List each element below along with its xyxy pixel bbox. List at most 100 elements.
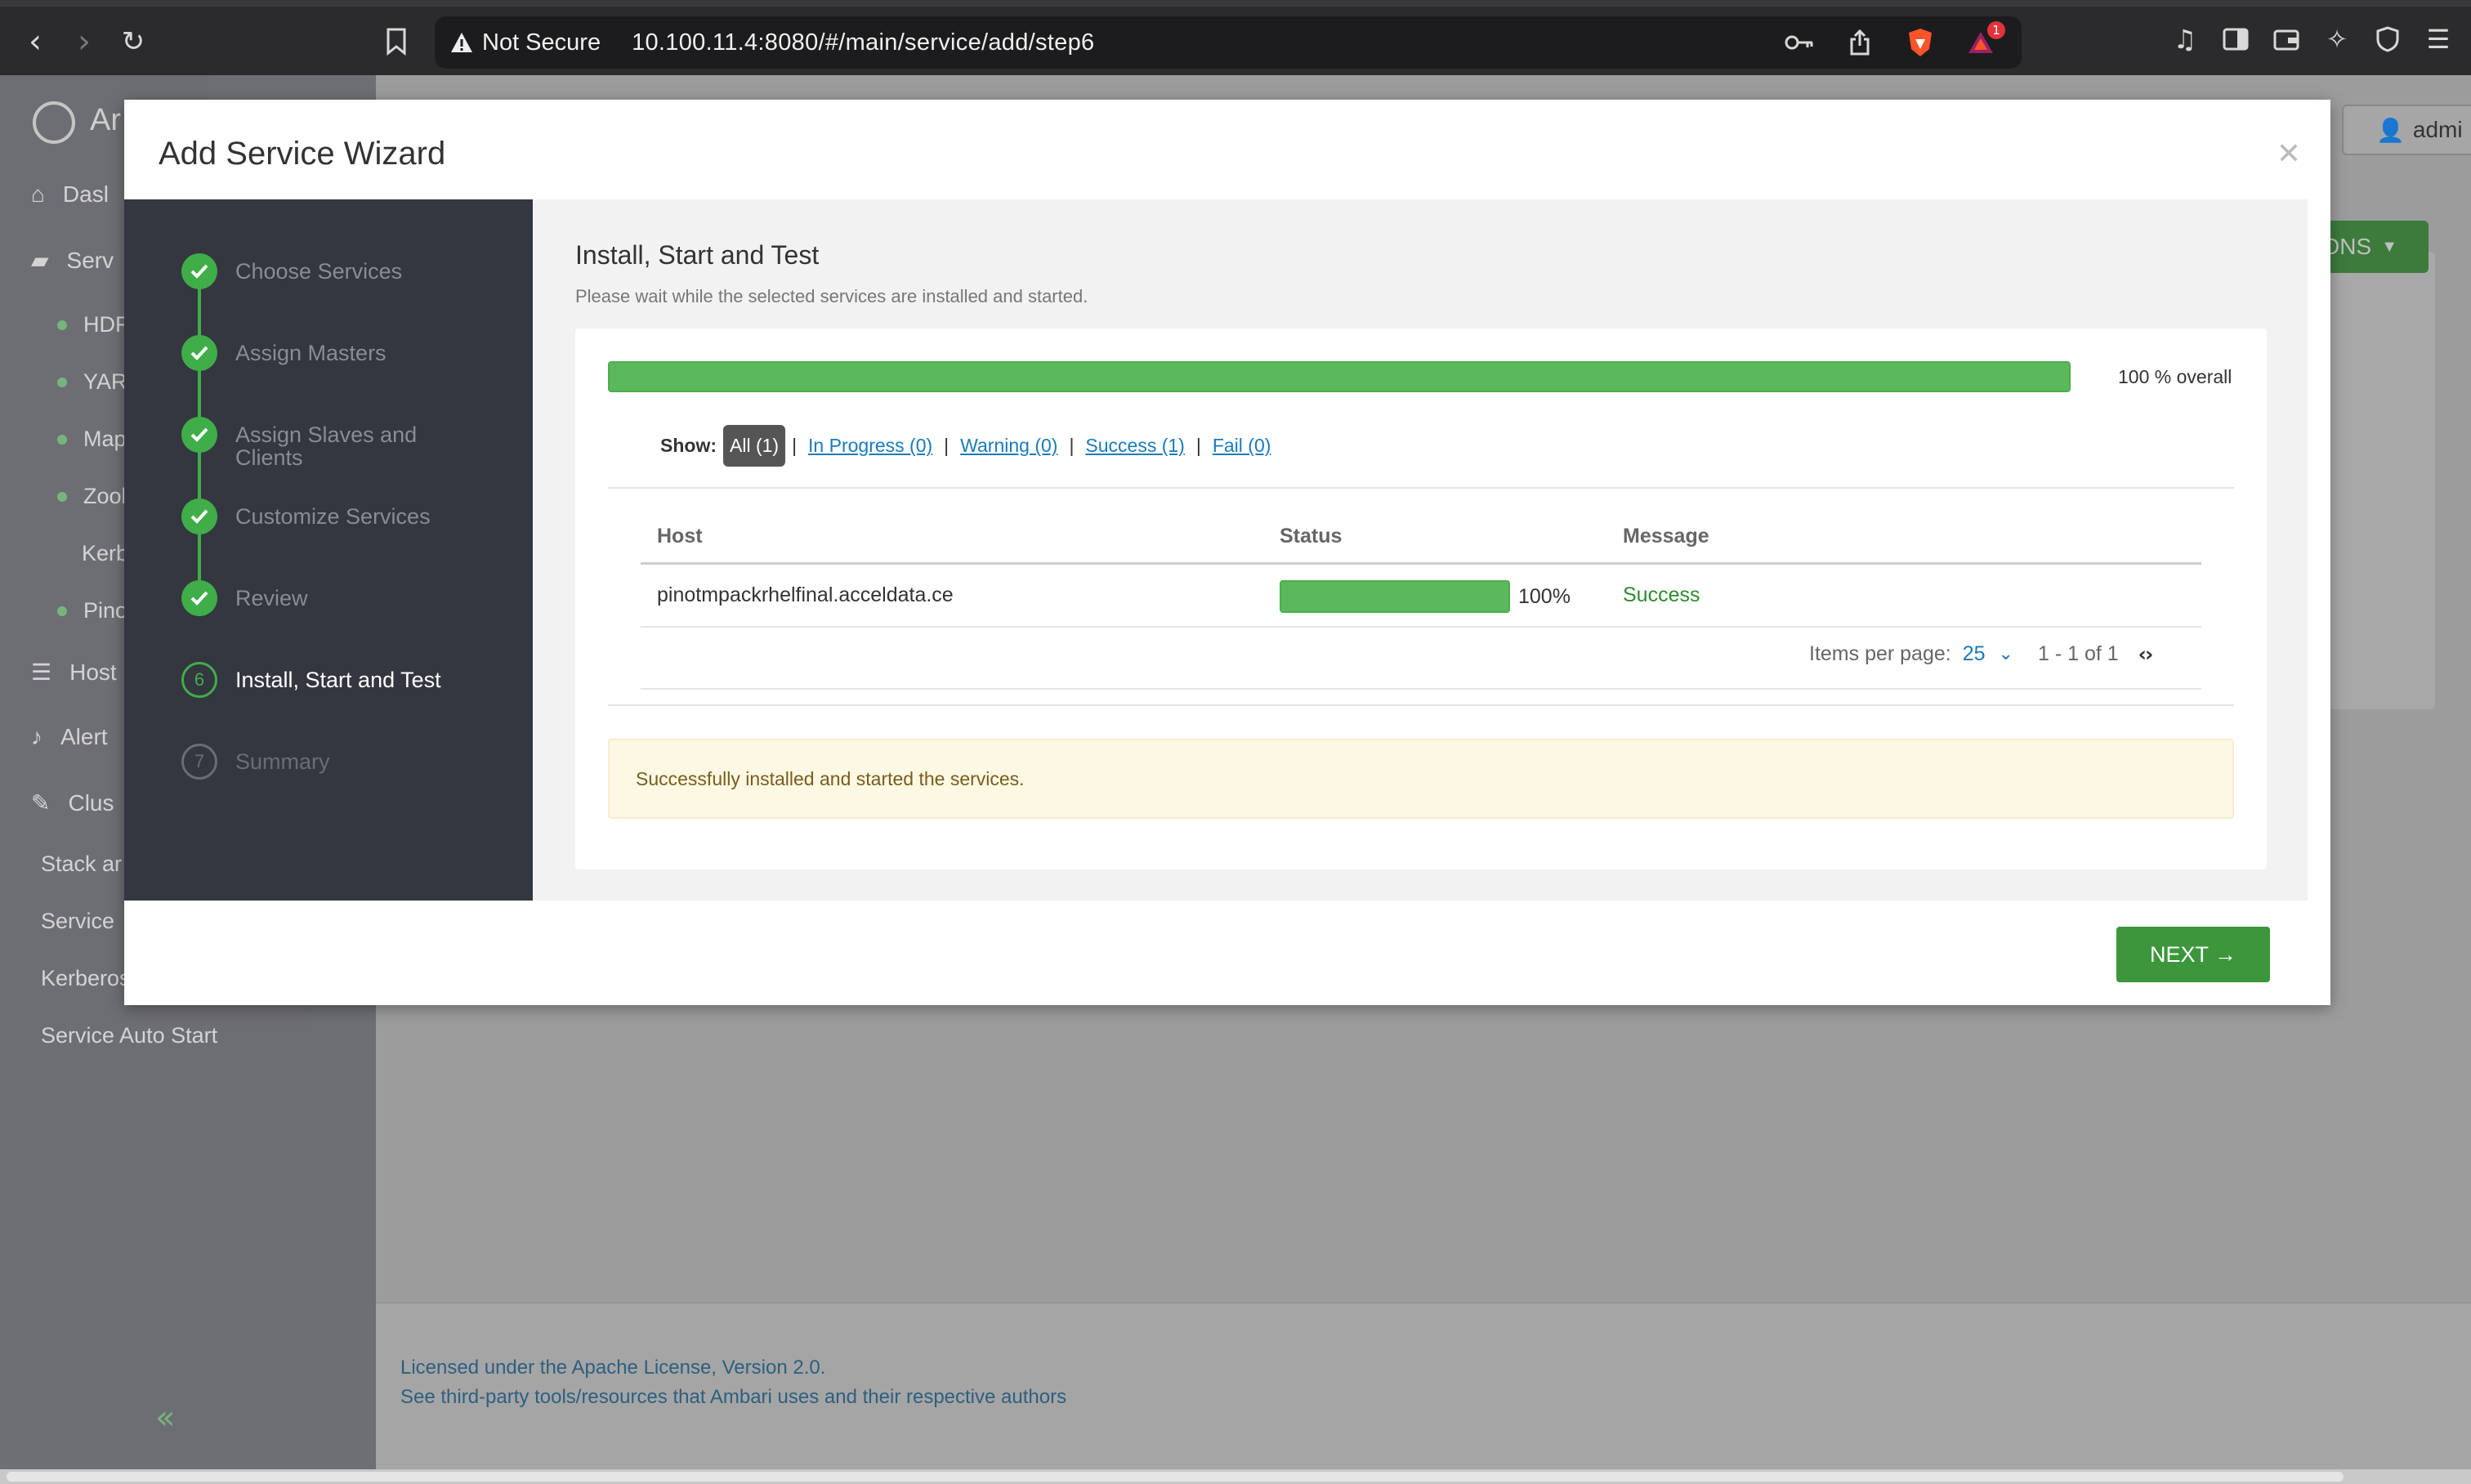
- divider: [608, 487, 2234, 489]
- share-icon[interactable]: [1843, 26, 1876, 59]
- column-message[interactable]: Message: [1623, 525, 1709, 548]
- row-divider: [641, 626, 2201, 628]
- filter-separator: |: [1069, 435, 1075, 456]
- sidebar-link-kerberos[interactable]: Kerberos: [41, 966, 131, 991]
- sidebar-item-hosts[interactable]: ☰ Host: [31, 659, 117, 686]
- add-service-wizard-modal: Add Service Wizard ✕ Choose Services Ass…: [124, 100, 2330, 1005]
- filter-separator: |: [944, 435, 950, 456]
- filter-in-progress[interactable]: In Progress (0): [808, 435, 932, 457]
- filter-show-label: Show:: [660, 435, 717, 456]
- divider: [608, 704, 2234, 706]
- step-review[interactable]: Review: [181, 580, 456, 616]
- filter-success[interactable]: Success (1): [1085, 435, 1184, 457]
- pagination: Items per page: 25 ⌄ 1 - 1 of 1 ‹›: [1809, 642, 2154, 666]
- pagination-range: 1 - 1 of 1: [2037, 642, 2119, 665]
- filter-fail[interactable]: Fail (0): [1213, 435, 1271, 457]
- not-secure-label: Not Secure: [482, 29, 601, 56]
- column-host[interactable]: Host: [657, 525, 703, 548]
- step-customize-services[interactable]: Customize Services: [181, 498, 456, 534]
- wrench-icon: ✎: [31, 790, 51, 816]
- sidebar-service-yarn[interactable]: YARI: [57, 369, 133, 395]
- check-icon: [181, 417, 217, 453]
- vpn-icon[interactable]: [2371, 23, 2404, 56]
- leo-ai-icon[interactable]: ✧: [2321, 23, 2353, 56]
- sidebar-toggle-icon[interactable]: [2219, 23, 2252, 56]
- briefcase-icon: ▰: [31, 248, 49, 273]
- check-icon: [181, 580, 217, 616]
- step-assign-masters[interactable]: Assign Masters: [181, 335, 456, 371]
- table-header: Host Status Message: [641, 525, 2201, 554]
- status-dot-icon: [57, 377, 67, 387]
- license-link[interactable]: Licensed under the Apache License, Versi…: [400, 1357, 825, 1379]
- step-title: Install, Start and Test: [575, 240, 820, 270]
- step-summary[interactable]: 7 Summary: [181, 744, 456, 780]
- music-icon[interactable]: ♫: [2169, 23, 2201, 56]
- sidebar-item-services[interactable]: ▰ Serv: [31, 247, 114, 274]
- install-progress-card: 100 % overall Show: All (1) | In Progres…: [575, 329, 2267, 869]
- bookmark-icon[interactable]: [376, 21, 417, 62]
- back-icon[interactable]: ‹: [15, 21, 56, 62]
- url-text[interactable]: 10.100.11.4:8080/#/main/service/add/step…: [632, 29, 1094, 56]
- next-button[interactable]: NEXT →: [2116, 927, 2270, 982]
- filter-warning[interactable]: Warning (0): [960, 435, 1057, 457]
- close-icon[interactable]: ✕: [2277, 137, 2301, 171]
- forward-icon[interactable]: ›: [64, 21, 105, 62]
- filter-all[interactable]: All (1): [723, 425, 786, 467]
- caret-down-icon: ▼: [2381, 237, 2397, 256]
- key-icon[interactable]: [1783, 26, 1816, 59]
- reload-icon[interactable]: ↻: [113, 21, 154, 62]
- check-icon: [181, 498, 217, 534]
- user-menu-button[interactable]: 👤 admi: [2342, 105, 2471, 155]
- sidebar-service-kerberos[interactable]: Kerb: [82, 541, 128, 566]
- column-status[interactable]: Status: [1280, 525, 1342, 548]
- sidebar-link-service-auto-start[interactable]: Service Auto Start: [41, 1023, 217, 1048]
- sidebar-service-mapreduce[interactable]: Map: [57, 427, 127, 452]
- items-per-page-select[interactable]: 25: [1963, 642, 1986, 666]
- menu-icon[interactable]: ☰: [2422, 23, 2455, 56]
- host-name: pinotmpackrhelfinal.acceldata.ce: [657, 583, 954, 606]
- browser-toolbar: ‹ › ↻ Not Secure 10.100.11.4:8080/#/main…: [0, 0, 2471, 75]
- next-page-icon[interactable]: ›: [2145, 642, 2153, 666]
- host-status-message[interactable]: Success: [1623, 583, 1700, 607]
- sidebar-link-stack[interactable]: Stack ar: [41, 852, 122, 877]
- notification-badge: 1: [1987, 21, 2005, 39]
- wizard-steps-panel: Choose Services Assign Masters Assign Sl…: [124, 199, 533, 901]
- ambari-logo-icon: [33, 101, 75, 144]
- items-per-page-label: Items per page:: [1809, 642, 1951, 665]
- address-bar[interactable]: Not Secure 10.100.11.4:8080/#/main/servi…: [435, 16, 2022, 69]
- scroll-thumb[interactable]: [7, 1472, 2344, 1482]
- status-filter: Show: All (1) | In Progress (0) | Warnin…: [660, 425, 1271, 467]
- step-choose-services[interactable]: Choose Services: [181, 253, 456, 289]
- overall-progress-text: 100 % overall: [2118, 366, 2232, 387]
- collapse-sidebar-icon[interactable]: «: [155, 1399, 175, 1437]
- check-icon: [181, 253, 217, 289]
- brave-rewards-icon[interactable]: 1: [1964, 21, 2005, 59]
- step-assign-slaves[interactable]: Assign Slaves and Clients: [181, 417, 456, 469]
- warning-icon: [449, 30, 474, 55]
- table-row: pinotmpackrhelfinal.acceldata.ce 100% Su…: [641, 565, 2201, 626]
- horizontal-scrollbar[interactable]: [0, 1469, 2471, 1484]
- sidebar-service-zookeeper[interactable]: Zool: [57, 484, 127, 509]
- sidebar-item-alerts[interactable]: ♪ Alert: [31, 724, 108, 750]
- chevron-down-icon[interactable]: ⌄: [1999, 644, 2013, 664]
- host-progress-bar: [1280, 580, 1510, 613]
- prev-page-icon[interactable]: ‹: [2138, 642, 2147, 666]
- bell-icon: ♪: [31, 724, 42, 749]
- sidebar-link-service[interactable]: Service: [41, 909, 114, 934]
- filter-separator: |: [792, 435, 798, 456]
- step-number-badge: 7: [181, 744, 217, 780]
- sidebar-item-dashboard[interactable]: ⌂ Dasl: [31, 181, 109, 208]
- brand-name: Ar: [90, 103, 121, 137]
- pagination-divider: [641, 688, 2201, 690]
- third-party-link[interactable]: See third-party tools/resources that Amb…: [400, 1386, 1066, 1409]
- sidebar-service-hdf[interactable]: HDF: [57, 312, 129, 337]
- host-progress-percent: 100%: [1518, 585, 1571, 608]
- sidebar-item-cluster[interactable]: ✎ Clus: [31, 789, 114, 816]
- status-dot-icon: [57, 320, 67, 330]
- brave-shield-icon[interactable]: [1904, 26, 1937, 59]
- wallet-icon[interactable]: [2270, 23, 2303, 56]
- sidebar-service-pinot[interactable]: Pino: [57, 598, 127, 624]
- pagination-arrows: ‹›: [2138, 642, 2154, 666]
- check-icon: [181, 335, 217, 371]
- step-install-start-test[interactable]: 6 Install, Start and Test: [181, 662, 456, 698]
